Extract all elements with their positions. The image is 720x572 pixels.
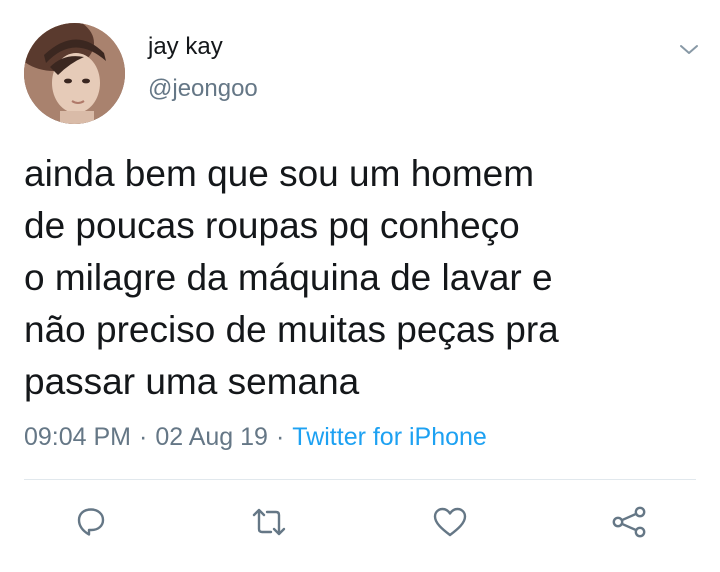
tweet-text-line: passar uma semana bbox=[24, 361, 360, 402]
tweet-text-line: de poucas roupas pq conheço bbox=[24, 205, 520, 246]
like-button[interactable] bbox=[430, 502, 470, 542]
user-handle[interactable]: @jeongoo bbox=[148, 74, 258, 104]
divider bbox=[24, 479, 696, 480]
reply-button[interactable] bbox=[71, 502, 111, 542]
retweet-button[interactable] bbox=[249, 502, 289, 542]
tweet-text-line: o milagre da máquina de lavar e bbox=[24, 257, 553, 298]
meta-separator: · bbox=[275, 423, 285, 451]
tweet-source-link[interactable]: Twitter for iPhone bbox=[292, 423, 487, 451]
tweet-card: jay kay @jeongoo ainda bem que sou um ho… bbox=[0, 0, 720, 572]
heart-icon bbox=[433, 507, 467, 537]
share-button[interactable] bbox=[609, 502, 649, 542]
display-name[interactable]: jay kay bbox=[148, 32, 223, 62]
avatar[interactable] bbox=[24, 23, 125, 124]
tweet-text-line: ainda bem que sou um homem bbox=[24, 153, 535, 194]
meta-separator: · bbox=[139, 423, 148, 451]
tweet-text-line: não preciso de muitas peças pra bbox=[24, 309, 559, 350]
reply-icon bbox=[77, 508, 105, 536]
tweet-meta: 09:04 PM · 02 Aug 19 · Twitter for iPhone bbox=[24, 420, 487, 454]
avatar-photo bbox=[24, 23, 125, 124]
tweet-date: 02 Aug 19 bbox=[155, 423, 268, 451]
tweet-time: 09:04 PM bbox=[24, 423, 132, 451]
retweet-icon bbox=[252, 508, 286, 536]
chevron-down-icon[interactable] bbox=[678, 38, 700, 60]
share-icon bbox=[612, 506, 646, 538]
tweet-text: ainda bem que sou um homem de poucas rou… bbox=[24, 148, 684, 408]
